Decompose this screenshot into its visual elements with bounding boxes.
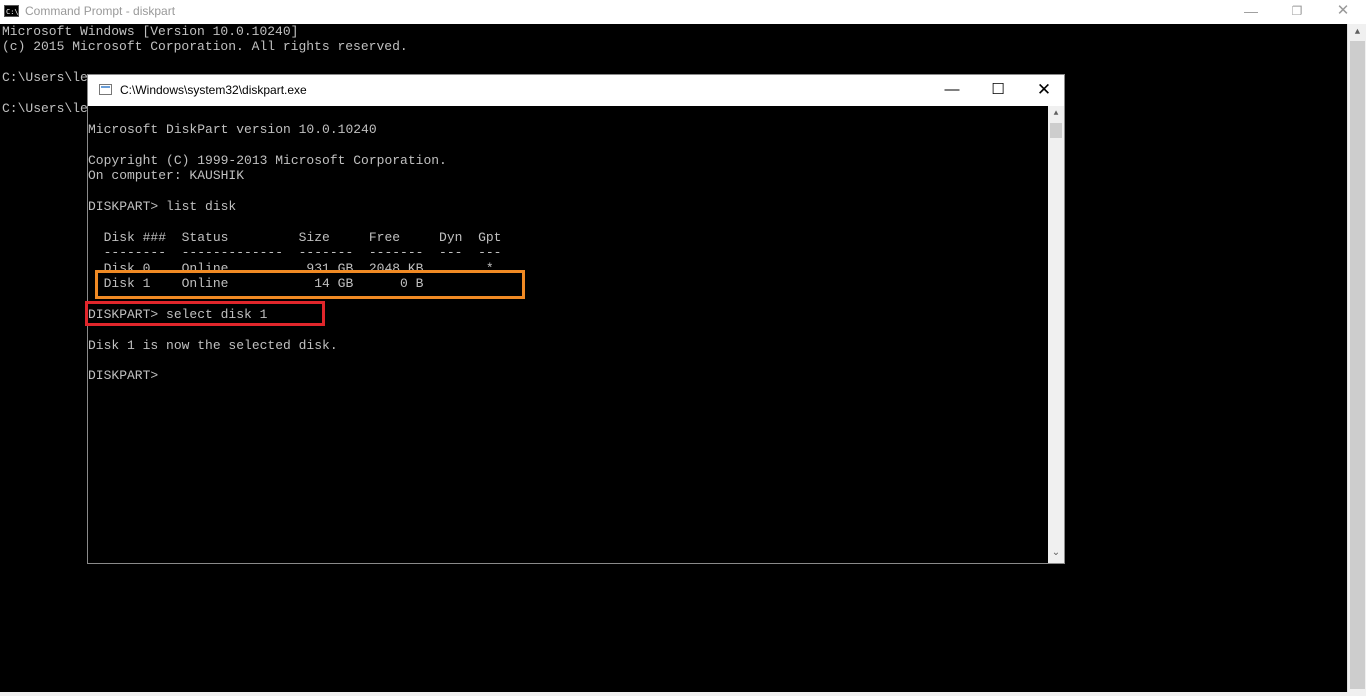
cmd-icon: C:\ (4, 5, 19, 17)
scroll-up-icon[interactable]: ▲ (1348, 24, 1366, 40)
inner-window-title: C:\Windows\system32\diskpart.exe (120, 83, 307, 97)
outer-console-line: C:\Users\le (2, 70, 88, 86)
outer-console-line: (c) 2015 Microsoft Corporation. All righ… (2, 39, 408, 55)
outer-minimize-button[interactable]: — (1228, 0, 1274, 24)
console-line: On computer: KAUSHIK (88, 168, 245, 184)
inner-scroll-thumb[interactable] (1050, 123, 1062, 138)
console-line: Copyright (C) 1999-2013 Microsoft Corpor… (88, 152, 447, 168)
scroll-up-icon[interactable]: ▲ (1048, 107, 1064, 121)
outer-scroll-thumb[interactable] (1350, 41, 1365, 689)
console-line: DISKPART> list disk (88, 199, 237, 214)
scroll-down-icon[interactable]: ⌄ (1048, 546, 1064, 562)
diskpart-prompt: DISKPART> (88, 368, 159, 384)
inner-scrollbar[interactable]: ▲ ⌄ (1048, 106, 1064, 563)
outer-window-title: Command Prompt - diskpart (25, 4, 176, 18)
inner-minimize-button[interactable]: — (929, 75, 975, 106)
console-line: Microsoft DiskPart version 10.0.10240 (88, 122, 377, 137)
disk-table-separator: -------- ------------- ------- ------- -… (88, 245, 502, 261)
console-window-icon (99, 84, 112, 95)
disk-table-header: Disk ### Status Size Free Dyn Gpt (88, 229, 502, 245)
outer-close-button[interactable]: ✕ (1320, 0, 1366, 24)
select-command-highlight-box (85, 301, 325, 326)
diskpart-console-area[interactable]: Microsoft DiskPart version 10.0.10240 Co… (88, 106, 1048, 563)
inner-maximize-button[interactable]: ☐ (975, 75, 1021, 106)
outer-scrollbar[interactable]: ▲ (1347, 24, 1366, 692)
disk-1-highlight-box (95, 270, 525, 299)
outer-bottom-edge (0, 692, 1366, 696)
inner-titlebar[interactable]: C:\Windows\system32\diskpart.exe — ☐ ✕ (88, 75, 1064, 106)
outer-console-line: Microsoft Windows [Version 10.0.10240] (2, 24, 299, 39)
outer-restore-button[interactable]: ❐ (1274, 0, 1320, 24)
selection-confirmation: Disk 1 is now the selected disk. (88, 337, 338, 353)
outer-titlebar[interactable]: C:\ Command Prompt - diskpart — ❐ ✕ (0, 0, 1366, 24)
inner-close-button[interactable]: ✕ (1021, 75, 1067, 106)
outer-console-line: C:\Users\le (2, 101, 88, 116)
